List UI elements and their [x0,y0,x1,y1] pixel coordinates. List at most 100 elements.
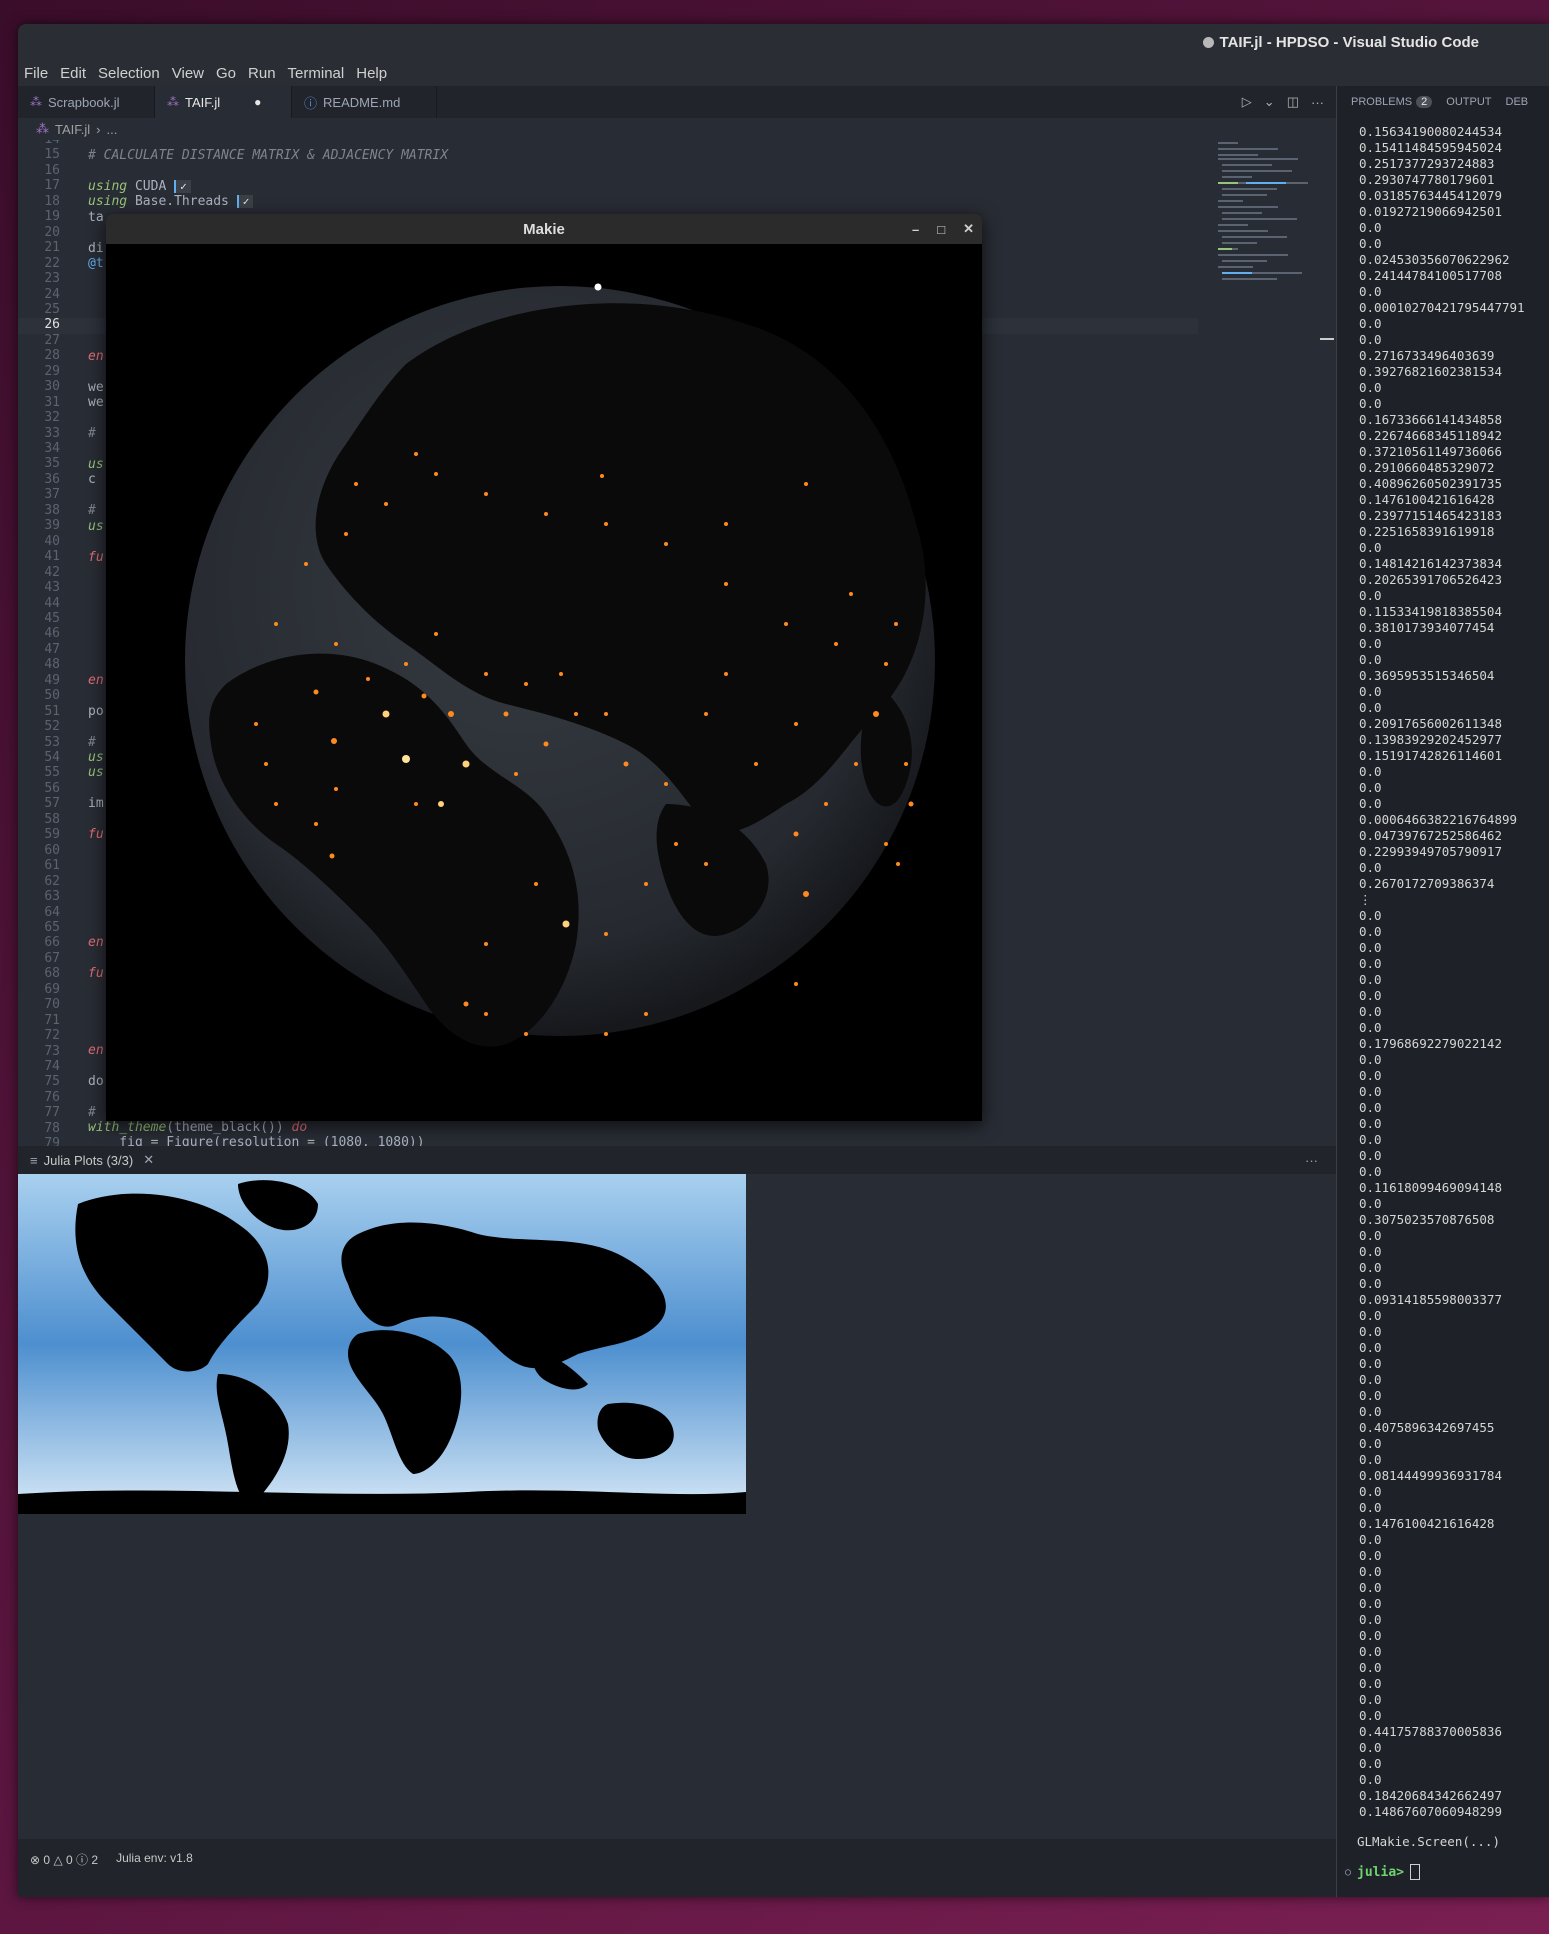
line-number: 19 [44,209,60,225]
repl-output-line: 0.0 [1359,284,1382,299]
warning-icon: △ [53,1853,63,1867]
line-number: 16 [44,162,60,178]
menu-go[interactable]: Go [210,65,242,82]
breadcrumb-rest[interactable]: ... [107,122,118,137]
tab-label: README.md [323,94,401,110]
makie-title: Makie [523,220,565,238]
line-number: 23 [44,271,60,287]
modified-indicator-icon[interactable]: ● [254,95,261,109]
more-actions-icon[interactable]: ··· [1311,95,1324,110]
repl-output-line: 0.0 [1359,1084,1382,1099]
line-number: 37 [44,487,60,503]
code-line-55: us [88,765,104,780]
repl-output-line: 0.0 [1359,316,1382,331]
repl-output-line: 0.04739767252586462 [1359,828,1502,843]
menu-run[interactable]: Run [242,65,282,82]
repl-output-line: 0.17968692279022142 [1359,1036,1502,1051]
scrollbar-thumb[interactable] [1320,338,1334,340]
repl-output-line: 0.2517377293724883 [1359,156,1495,171]
repl-output-line: 0.0 [1359,860,1382,875]
tab-output[interactable]: OUTPUT [1446,96,1491,108]
line-number: 63 [44,889,60,905]
tab-scrapbook[interactable]: ⁂ Scrapbook.jl [18,86,155,118]
world-bathymetry-plot[interactable] [18,1174,746,1514]
line-number: 59 [44,827,60,843]
menu-file[interactable]: File [18,65,54,82]
window-controls: – □ ✕ [912,214,974,244]
minimap[interactable] [1216,140,1336,340]
line-number: 17 [44,178,60,194]
tab-taif[interactable]: ⁂ TAIF.jl ● [155,86,292,118]
makie-title-bar[interactable]: Makie – □ ✕ [106,214,982,244]
line-number: 75 [44,1074,60,1090]
line-number: 73 [44,1043,60,1059]
repl-output-line: 0.0 [1359,1612,1382,1627]
repl-output-line: 0.11533419818385504 [1359,604,1502,619]
menu-selection[interactable]: Selection [92,65,166,82]
repl-output-line: 0.0 [1359,1276,1382,1291]
repl-output-line: 0.15411484595945024 [1359,140,1502,155]
repl-output-line: 0.4075896342697455 [1359,1420,1495,1435]
julia-plots-panel-header: ≡ Julia Plots (3/3) ✕ ··· [18,1146,1336,1174]
line-number: 20 [44,224,60,240]
repl-prompt[interactable]: ○ julia> [1345,1864,1420,1880]
line-number: 33 [44,425,60,441]
tab-problems[interactable]: PROBLEMS 2 [1351,96,1433,108]
info-icon: ⓘ [304,95,318,111]
repl-output-line: 0.0 [1359,1228,1382,1243]
line-number: 55 [44,765,60,781]
error-icon: ⊗ [30,1853,41,1867]
repl-output-line: 0.3695953515346504 [1359,668,1495,683]
repl-output-line: 0.0 [1359,1708,1382,1723]
repl-output-line: 0.13983929202452977 [1359,732,1502,747]
code-line-38: # [88,503,96,518]
repl-output-line: 0.20917656002611348 [1359,716,1502,731]
line-number: 18 [44,193,60,209]
maximize-icon[interactable]: □ [937,222,945,237]
repl-output-line: 0.0 [1359,588,1382,603]
code-line-31: we [88,395,104,410]
makie-window[interactable]: Makie – □ ✕ [106,214,982,1121]
breadcrumb: ⁂ TAIF.jl › ... [18,118,1354,140]
problems-summary[interactable]: ⊗ 0 △ 0 ⓘ 2 [30,1851,98,1868]
repl-output-line: 0.0 [1359,1756,1382,1771]
minimize-icon[interactable]: – [912,222,919,237]
line-number: 48 [44,657,60,673]
julia-repl-output[interactable]: 0.15634190080244534 0.15411484595945024 0.… [1359,124,1525,1820]
repl-output-line: 0.0 [1359,1628,1382,1643]
repl-output-line: 0.3810173934077454 [1359,620,1495,635]
line-number: 15 [44,147,60,163]
line-number: 78 [44,1120,60,1136]
tab-readme[interactable]: ⓘ README.md [292,86,437,118]
plots-tab-label[interactable]: Julia Plots (3/3) [44,1153,134,1168]
code-line-66: en [88,935,104,950]
menu-help[interactable]: Help [350,65,393,82]
breadcrumb-file[interactable]: TAIF.jl [55,122,90,137]
line-number: 32 [44,410,60,426]
line-number: 72 [44,1028,60,1044]
run-icon[interactable]: ▷ [1242,94,1252,110]
tab-label: TAIF.jl [185,94,221,110]
globe-render[interactable] [106,244,982,1121]
close-plots-icon[interactable]: ✕ [143,1152,154,1168]
menu-edit[interactable]: Edit [54,65,92,82]
line-number: 31 [44,394,60,410]
line-number: 61 [44,858,60,874]
check-icon: ✓ [174,180,191,193]
chevron-down-icon[interactable]: ⌄ [1264,94,1275,110]
more-options-icon[interactable]: ··· [1305,1153,1318,1168]
menu-view[interactable]: View [166,65,210,82]
line-number: 68 [44,966,60,982]
repl-output-line: 0.0 [1359,1548,1382,1563]
menu-terminal[interactable]: Terminal [282,65,351,82]
close-icon[interactable]: ✕ [963,221,974,237]
split-editor-icon[interactable]: ◫ [1287,94,1299,110]
tab-label: Scrapbook.jl [48,94,120,110]
repl-output-line: 0.0 [1359,780,1382,795]
line-number: 64 [44,904,60,920]
line-number: 38 [44,502,60,518]
tab-debug-console[interactable]: DEB [1506,96,1529,108]
editor-actions: ▷ ⌄ ◫ ··· [1242,86,1336,118]
line-number: 44 [44,595,60,611]
julia-env-status[interactable]: Julia env: v1.8 [116,1851,193,1868]
